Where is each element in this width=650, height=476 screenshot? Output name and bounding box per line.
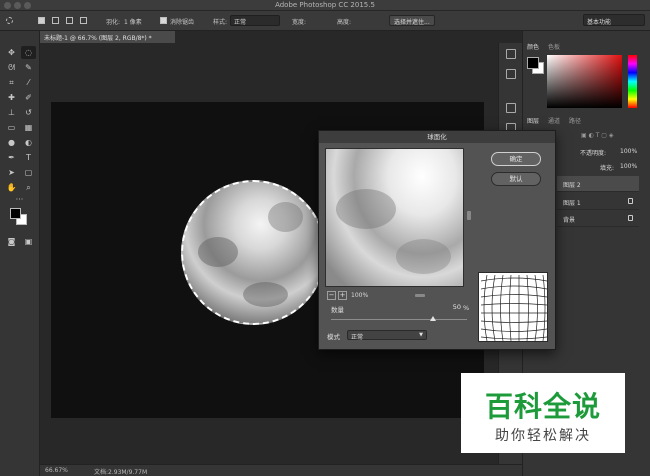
dodge-tool-icon[interactable]: ◐ <box>21 136 36 149</box>
crop-tool-icon[interactable]: ⌗ <box>4 76 19 89</box>
hue-slider[interactable] <box>628 55 637 108</box>
style-label: 样式: <box>213 19 228 26</box>
selected-sphere-image[interactable] <box>181 180 326 325</box>
preview-zoom-row: − + 100% <box>325 291 464 301</box>
healing-tool-icon[interactable]: ✚ <box>4 91 19 104</box>
tab-channels[interactable]: 通道 <box>548 116 560 125</box>
ok-button[interactable]: 确定 <box>491 152 541 166</box>
layer-name: 图层 1 <box>563 200 581 207</box>
height-label: 高度: <box>337 19 352 26</box>
lock-icon <box>628 215 633 221</box>
mode-select-value: 正常 <box>351 334 364 341</box>
layer-row[interactable]: 背景 <box>545 211 639 227</box>
gradient-tool-icon[interactable]: ▦ <box>21 121 36 134</box>
zoom-out-button[interactable]: − <box>327 291 336 300</box>
lock-icon <box>628 198 633 204</box>
opacity-value[interactable]: 100% <box>620 148 637 155</box>
style-select[interactable]: 正常 <box>230 15 280 26</box>
adjustments-panel-icon[interactable] <box>506 103 516 113</box>
amount-slider-thumb[interactable] <box>430 316 436 321</box>
filter-preview[interactable] <box>325 148 464 287</box>
clone-stamp-tool-icon[interactable]: ⊥ <box>4 106 19 119</box>
mode-select[interactable]: 正常 ▼ <box>347 330 427 341</box>
status-bar: 66.67% 文档:2.93M/9.77M <box>40 464 522 476</box>
mode-label: 模式 <box>327 333 340 341</box>
marquee-tool-icon[interactable]: ◌ <box>21 46 36 59</box>
brush-tool-icon[interactable]: ✐ <box>21 91 36 104</box>
document-size: 文档:2.93M/9.77M <box>94 469 148 476</box>
options-bar: 羽化: 1 像素 消除锯齿 样式: 正常 宽度: 高度: 选择并遮住... <box>0 11 650 31</box>
workspace-select[interactable]: 基本功能 <box>583 14 645 26</box>
amount-unit: % <box>463 304 470 312</box>
foreground-color-swatch[interactable] <box>10 208 21 219</box>
dialog-title[interactable]: 球面化 <box>319 131 555 143</box>
fill-value[interactable]: 100% <box>620 163 637 170</box>
subtract-selection-icon[interactable] <box>66 17 73 24</box>
quick-select-tool-icon[interactable]: ✎ <box>21 61 36 74</box>
eraser-tool-icon[interactable]: ▭ <box>4 121 19 134</box>
document-tab[interactable]: 未标题-1 @ 66.7% (图层 2, RGB/8*) * <box>40 31 175 43</box>
lasso-tool-icon[interactable]: ᘛ <box>4 61 19 74</box>
antialias-label: 消除锯齿 <box>170 19 195 26</box>
layer-filter-icons[interactable]: ▣ ◐ T ▢ ◈ <box>581 132 613 139</box>
spherize-grid-preview <box>478 272 548 342</box>
screen-mode-icon[interactable]: ▣ <box>21 235 36 248</box>
new-selection-icon[interactable] <box>38 17 45 24</box>
intersect-selection-icon[interactable] <box>80 17 87 24</box>
chevron-down-icon: ▼ <box>419 332 423 338</box>
preview-vertical-scroll-handle[interactable] <box>467 211 471 220</box>
layer-row[interactable]: 图层 2 <box>545 176 639 192</box>
amount-input[interactable]: 50 <box>427 303 461 313</box>
layer-row[interactable]: 图层 1 <box>545 194 639 210</box>
more-tools-icon[interactable]: ··· <box>12 193 27 206</box>
properties-panel-icon[interactable] <box>506 69 516 79</box>
path-select-tool-icon[interactable]: ➤ <box>4 166 19 179</box>
title-bar: Adobe Photoshop CC 2015.5 <box>0 0 650 11</box>
panel-foreground-swatch[interactable] <box>527 57 539 69</box>
history-brush-tool-icon[interactable]: ↺ <box>21 106 36 119</box>
layer-name: 背景 <box>563 217 576 224</box>
app-title: Adobe Photoshop CC 2015.5 <box>275 1 375 9</box>
tab-paths[interactable]: 路径 <box>569 116 581 125</box>
amount-label: 数量 <box>331 306 344 314</box>
amount-slider-track[interactable] <box>331 319 467 320</box>
watermark-sub-text: 助你轻松解决 <box>495 428 591 444</box>
width-label: 宽度: <box>292 19 307 26</box>
shape-tool-icon[interactable]: ▢ <box>21 166 36 179</box>
preview-zoom-value: 100% <box>351 292 369 299</box>
history-panel-icon[interactable] <box>506 49 516 59</box>
default-button[interactable]: 默认 <box>491 172 541 186</box>
layer-name: 图层 2 <box>563 182 581 189</box>
watermark-main-text: 百科全说 <box>484 390 601 423</box>
feather-value[interactable]: 1 像素 <box>124 17 142 26</box>
opacity-label: 不透明度: <box>580 150 607 157</box>
tab-layers[interactable]: 图层 <box>527 116 539 125</box>
type-tool-icon[interactable]: T <box>21 151 36 164</box>
tab-color[interactable]: 颜色 <box>527 42 539 51</box>
color-picker-field[interactable] <box>547 55 622 108</box>
pen-tool-icon[interactable]: ✒ <box>4 151 19 164</box>
toolbox: ✥ ◌ ᘛ ✎ ⌗ ⁄ ✚ ✐ ⊥ ↺ ▭ ▦ ● ◐ ✒ T ➤ ▢ ✋ ⌕ … <box>0 31 40 476</box>
blur-tool-icon[interactable]: ● <box>4 136 19 149</box>
preview-horizontal-scroll-handle[interactable] <box>415 294 425 297</box>
feather-label: 羽化: <box>106 19 121 26</box>
antialias-checkbox[interactable] <box>160 17 167 24</box>
eyedropper-tool-icon[interactable]: ⁄ <box>21 76 36 89</box>
select-and-mask-button[interactable]: 选择并遮住... <box>389 15 435 26</box>
watermark-logo: 百科全说 助你轻松解决 <box>461 373 625 453</box>
fill-label: 填充: <box>600 165 615 172</box>
move-tool-icon[interactable]: ✥ <box>4 46 19 59</box>
zoom-status[interactable]: 66.67% <box>45 467 68 474</box>
elliptical-marquee-preset-icon[interactable] <box>6 17 13 24</box>
zoom-in-button[interactable]: + <box>338 291 347 300</box>
quick-mask-icon[interactable]: ◙ <box>4 235 19 248</box>
add-selection-icon[interactable] <box>52 17 59 24</box>
spherize-dialog: 球面化 确定 默认 − + 100% 数量 50 % 模式 正常 ▼ <box>318 130 556 350</box>
tab-swatches[interactable]: 色板 <box>548 42 560 51</box>
distortion-grid-icon <box>480 274 547 341</box>
